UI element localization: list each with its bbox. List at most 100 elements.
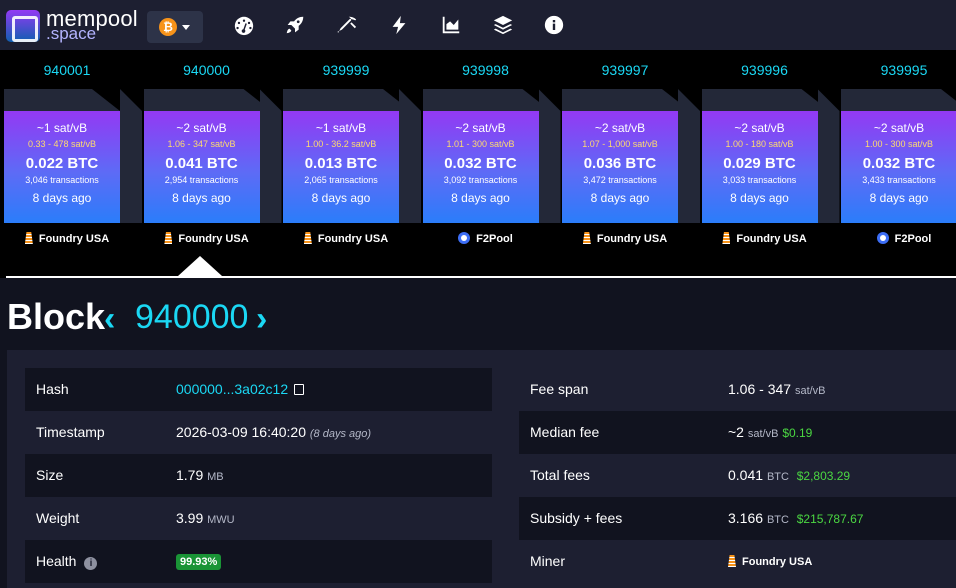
block-tx-count: 3,433 transactions	[862, 175, 936, 185]
block-pool[interactable]: Foundry USA	[283, 232, 409, 245]
logo-mark-icon	[6, 10, 40, 42]
foundry-pool-icon	[303, 232, 312, 244]
fee-span-unit: sat/vB	[794, 385, 826, 397]
block-pool[interactable]: Foundry USA	[144, 232, 270, 245]
block-pool[interactable]: Foundry USA	[702, 232, 828, 245]
median-fee-row: Median fee ~2 sat/vB $0.19	[519, 411, 956, 454]
weight-unit: MWU	[207, 514, 235, 526]
block-time-ago: 8 days ago	[311, 191, 371, 205]
health-row: Health i 99.93%	[25, 540, 492, 583]
miner-link[interactable]: Foundry USA	[742, 556, 812, 568]
block-height: 940000	[135, 298, 249, 336]
block-height-link[interactable]: 939995	[841, 62, 956, 78]
layers-icon[interactable]	[492, 14, 514, 36]
foundry-pool-icon	[24, 232, 33, 244]
selected-block-pointer	[178, 256, 222, 276]
subsidy-label: Subsidy + fees	[530, 510, 623, 526]
total-fees-unit: BTC	[766, 471, 789, 483]
mempool-logo[interactable]: mempool .space	[6, 6, 138, 43]
block-fee-range: 1.00 - 300 sat/vB	[864, 139, 934, 149]
block-cube-side	[678, 89, 700, 223]
block-pool[interactable]: Foundry USA	[562, 232, 688, 245]
rocket-icon[interactable]	[284, 14, 306, 36]
block-pool[interactable]: F2Pool	[841, 232, 956, 245]
block-time-ago: 8 days ago	[32, 191, 92, 205]
block-height-link[interactable]: 940001	[4, 62, 130, 78]
next-block-button[interactable]: ›	[256, 300, 267, 339]
block-cube-face[interactable]: ~1 sat/vB 1.00 - 36.2 sat/vB 0.013 BTC 2,06…	[283, 111, 399, 223]
block-time-ago: 8 days ago	[590, 191, 650, 205]
block-cube-side	[817, 89, 840, 223]
block-median-fee: ~1 sat/vB	[36, 121, 88, 135]
block-time-ago: 8 days ago	[869, 191, 929, 205]
block-cube-face[interactable]: ~2 sat/vB 1.00 - 300 sat/vB 0.032 BTC 3,433…	[841, 111, 956, 223]
f2pool-icon	[458, 232, 471, 244]
block-cube-face[interactable]: ~2 sat/vB 1.06 - 347 sat/vB 0.041 BTC 2,954…	[143, 111, 260, 223]
timestamp-value: 2026-03-09 16:40:20	[176, 424, 306, 440]
info-icon[interactable]: i	[84, 557, 98, 570]
block-pool[interactable]: F2Pool	[423, 232, 549, 245]
block-height-link[interactable]: 939998	[423, 62, 549, 78]
copy-icon[interactable]	[294, 384, 305, 395]
total-fees-value: 0.041	[728, 467, 764, 483]
block-cube-face[interactable]: ~2 sat/vB 1.07 - 1,000 sat/vB 0.036 BTC 3,4…	[562, 111, 678, 223]
median-fee-label: Median fee	[530, 424, 600, 440]
timestamp-row: Timestamp 2026-03-09 16:40:20 (8 days ag…	[25, 411, 492, 454]
block-fee-range: 1.06 - 347 sat/vB	[167, 139, 236, 149]
block-fee-range: 1.00 - 36.2 sat/vB	[305, 139, 377, 149]
block-cube-face[interactable]: ~2 sat/vB 1.01 - 300 sat/vB 0.032 BTC 3,092…	[422, 111, 539, 223]
block-total-btc: 0.032 BTC	[862, 155, 936, 172]
block-height-link[interactable]: 939999	[283, 62, 409, 78]
hash-link[interactable]: 000000...3a02c12	[176, 381, 288, 397]
block-total-btc: 0.041 BTC	[165, 155, 238, 172]
block-height-link[interactable]: 939996	[702, 62, 828, 78]
block-cube-face[interactable]: ~2 sat/vB 1.00 - 180 sat/vB 0.029 BTC 3,033…	[701, 111, 818, 223]
foundry-pool-icon	[582, 232, 591, 244]
timestamp-ago: (8 days ago)	[309, 428, 372, 440]
dashboard-icon[interactable]	[233, 14, 255, 36]
health-badge: 99.93%	[176, 554, 222, 570]
block-median-fee: ~2 sat/vB	[734, 121, 785, 135]
size-unit: MB	[207, 471, 224, 483]
block-fee-range: 1.00 - 180 sat/vB	[725, 139, 794, 149]
health-label: Health	[36, 553, 77, 569]
block-fee-range: 1.07 - 1,000 sat/vB	[582, 139, 658, 149]
block-cube-side	[399, 89, 421, 223]
subsidy-value: 3.166	[728, 510, 764, 526]
median-fee-value: ~2	[728, 424, 744, 440]
bitcoin-icon: ₿	[159, 18, 177, 36]
previous-block-button[interactable]: ‹	[104, 300, 115, 339]
chart-icon[interactable]	[440, 14, 462, 36]
block-tx-count: 3,046 transactions	[25, 175, 99, 185]
block-total-btc: 0.013 BTC	[304, 155, 378, 172]
block-fee-range: 0.33 - 478 sat/vB	[27, 139, 97, 149]
network-selector[interactable]: ₿	[147, 11, 203, 43]
block-height-link[interactable]: 939997	[562, 62, 688, 78]
subsidy-row: Subsidy + fees 3.166 BTC $215,787.67	[519, 497, 956, 540]
block-tx-count: 3,472 transactions	[583, 175, 657, 185]
block-cube-face[interactable]: ~1 sat/vB 0.33 - 478 sat/vB 0.022 BTC 3,046…	[4, 111, 120, 223]
logo-text-sub: .space	[46, 24, 97, 43]
block-pool[interactable]: Foundry USA	[4, 232, 130, 245]
subsidy-fiat: $215,787.67	[796, 512, 864, 526]
block-total-btc: 0.036 BTC	[583, 155, 657, 172]
block-cube-side	[259, 89, 282, 223]
info-icon[interactable]	[543, 14, 565, 36]
block-tx-count: 2,065 transactions	[304, 175, 378, 185]
foundry-pool-icon	[728, 555, 736, 567]
median-fee-fiat: $0.19	[782, 426, 813, 440]
page-title: Block	[7, 296, 106, 337]
lightning-icon[interactable]	[388, 14, 410, 36]
block-height-link[interactable]: 940000	[144, 62, 270, 78]
block-pool-name: Foundry USA	[317, 233, 389, 245]
f2pool-icon	[876, 232, 889, 244]
pickaxe-icon[interactable]	[336, 14, 358, 36]
block-median-fee: ~2 sat/vB	[594, 121, 646, 135]
size-label: Size	[36, 467, 64, 483]
size-row: Size 1.79 MB	[25, 454, 492, 497]
total-fees-label: Total fees	[530, 467, 590, 483]
block-median-fee: ~1 sat/vB	[315, 121, 367, 135]
block-median-fee: ~2 sat/vB	[873, 121, 925, 135]
block-cube-side	[538, 89, 561, 223]
block-tx-count: 2,954 transactions	[164, 175, 239, 185]
